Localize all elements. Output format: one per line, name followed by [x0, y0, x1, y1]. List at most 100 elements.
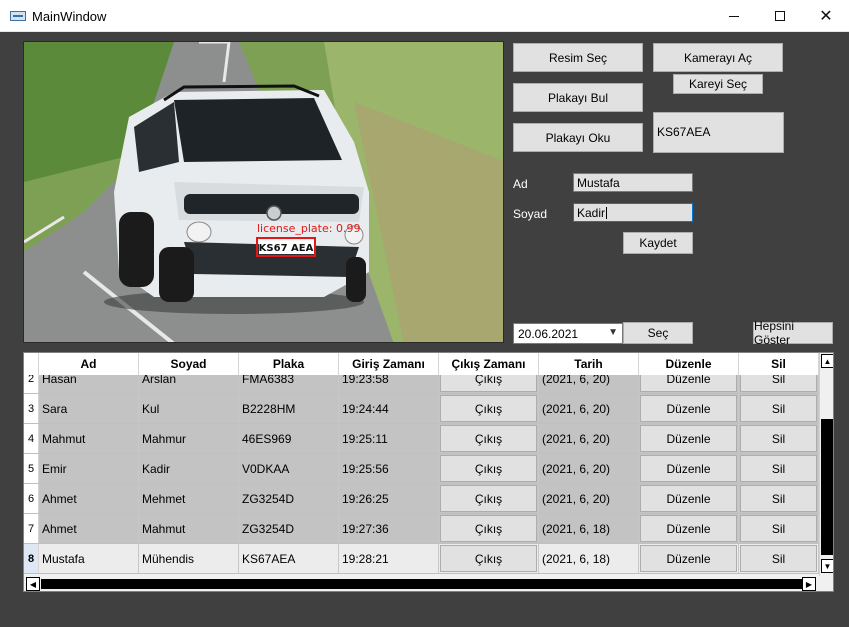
cell-soyad[interactable]: Mahmut: [139, 514, 239, 543]
scroll-left-icon[interactable]: ◀: [26, 577, 40, 591]
cell-plaka[interactable]: ZG3254D: [239, 514, 339, 543]
column-header[interactable]: Soyad: [139, 353, 239, 375]
table-row[interactable]: 8 Mustafa Mühendis KS67AEA 19:28:21 Çıkı…: [24, 544, 819, 574]
save-button[interactable]: Kaydet: [623, 232, 693, 254]
row-number[interactable]: 3: [24, 394, 39, 423]
row-number[interactable]: 4: [24, 424, 39, 453]
column-header[interactable]: Tarih: [539, 353, 639, 375]
cell-duzenle: Düzenle: [639, 484, 739, 513]
column-header[interactable]: Ad: [39, 353, 139, 375]
cell-tarih[interactable]: (2021, 6, 18): [539, 514, 639, 543]
column-header[interactable]: Plaka: [239, 353, 339, 375]
cell-plaka[interactable]: B2228HM: [239, 394, 339, 423]
cell-giris[interactable]: 19:26:25: [339, 484, 439, 513]
first-name-field[interactable]: Mustafa: [573, 173, 693, 192]
edit-button[interactable]: Düzenle: [640, 395, 737, 422]
cell-soyad[interactable]: Mühendis: [139, 544, 239, 573]
cell-giris[interactable]: 19:24:44: [339, 394, 439, 423]
horizontal-scrollbar[interactable]: ◀ ▶: [24, 576, 833, 591]
scroll-right-icon[interactable]: ▶: [802, 577, 816, 591]
scroll-down-icon[interactable]: ▼: [821, 559, 833, 573]
close-button[interactable]: ✕: [803, 0, 849, 32]
cell-tarih[interactable]: (2021, 6, 20): [539, 424, 639, 453]
minimize-button[interactable]: [711, 0, 757, 32]
edit-button[interactable]: Düzenle: [640, 455, 737, 482]
scroll-up-icon[interactable]: ▲: [821, 354, 833, 368]
cell-ad[interactable]: Mahmut: [39, 424, 139, 453]
column-header[interactable]: Çıkış Zamanı: [439, 353, 539, 375]
edit-button[interactable]: Düzenle: [640, 425, 737, 452]
select-date-button[interactable]: Seç: [623, 322, 693, 344]
cell-plaka[interactable]: V0DKAA: [239, 454, 339, 483]
table-row[interactable]: 5 Emir Kadir V0DKAA 19:25:56 Çıkış (2021…: [24, 454, 819, 484]
delete-button[interactable]: Sil: [740, 545, 817, 572]
horizontal-scroll-thumb[interactable]: [41, 579, 803, 589]
cell-ad[interactable]: Sara: [39, 394, 139, 423]
table-row[interactable]: 4 Mahmut Mahmur 46ES969 19:25:11 Çıkış (…: [24, 424, 819, 454]
cell-cikis: Çıkış: [439, 514, 539, 543]
column-header[interactable]: Düzenle: [639, 353, 739, 375]
vertical-scrollbar[interactable]: ▲ ▼: [819, 353, 833, 576]
cell-duzenle: Düzenle: [639, 394, 739, 423]
exit-button[interactable]: Çıkış: [440, 455, 537, 482]
maximize-icon: [775, 11, 785, 21]
exit-button[interactable]: Çıkış: [440, 425, 537, 452]
row-number[interactable]: 6: [24, 484, 39, 513]
cell-tarih[interactable]: (2021, 6, 20): [539, 484, 639, 513]
column-header[interactable]: Sil: [739, 353, 819, 375]
row-number[interactable]: 8: [24, 544, 39, 573]
cell-giris[interactable]: 19:25:56: [339, 454, 439, 483]
chevron-down-icon[interactable]: ▼: [608, 327, 618, 338]
cell-ad[interactable]: Emir: [39, 454, 139, 483]
cell-tarih[interactable]: (2021, 6, 20): [539, 454, 639, 483]
cell-soyad[interactable]: Kul: [139, 394, 239, 423]
edit-button[interactable]: Düzenle: [640, 485, 737, 512]
row-number[interactable]: 5: [24, 454, 39, 483]
cell-plaka[interactable]: 46ES969: [239, 424, 339, 453]
table-row[interactable]: 7 Ahmet Mahmut ZG3254D 19:27:36 Çıkış (2…: [24, 514, 819, 544]
exit-button[interactable]: Çıkış: [440, 395, 537, 422]
exit-button[interactable]: Çıkış: [440, 545, 537, 572]
select-image-button[interactable]: Resim Seç: [513, 43, 643, 72]
edit-button[interactable]: Düzenle: [640, 515, 737, 542]
read-plate-button[interactable]: Plakayı Oku: [513, 123, 643, 152]
open-camera-button[interactable]: Kamerayı Aç: [653, 43, 783, 72]
cell-plaka[interactable]: ZG3254D: [239, 484, 339, 513]
exit-button[interactable]: Çıkış: [440, 485, 537, 512]
maximize-button[interactable]: [757, 0, 803, 32]
find-plate-button[interactable]: Plakayı Bul: [513, 83, 643, 112]
scroll-corner: [819, 576, 833, 591]
cell-tarih[interactable]: (2021, 6, 18): [539, 544, 639, 573]
table-row[interactable]: 3 Sara Kul B2228HM 19:24:44 Çıkış (2021,…: [24, 394, 819, 424]
cell-giris[interactable]: 19:27:36: [339, 514, 439, 543]
select-frame-button[interactable]: Kareyi Seç: [673, 74, 763, 94]
cell-ad[interactable]: Mustafa: [39, 544, 139, 573]
cell-soyad[interactable]: Kadir: [139, 454, 239, 483]
delete-button[interactable]: Sil: [740, 485, 817, 512]
cell-ad[interactable]: Ahmet: [39, 484, 139, 513]
delete-button[interactable]: Sil: [740, 455, 817, 482]
edit-button[interactable]: Düzenle: [640, 545, 737, 572]
cell-soyad[interactable]: Mahmur: [139, 424, 239, 453]
row-number[interactable]: 7: [24, 514, 39, 543]
cell-tarih[interactable]: (2021, 6, 20): [539, 394, 639, 423]
cell-plaka[interactable]: KS67AEA: [239, 544, 339, 573]
cell-soyad[interactable]: Mehmet: [139, 484, 239, 513]
plate-detection-box: [256, 237, 316, 257]
delete-button[interactable]: Sil: [740, 425, 817, 452]
cell-giris[interactable]: 19:25:11: [339, 424, 439, 453]
vertical-scroll-thumb[interactable]: [821, 419, 833, 555]
cell-ad[interactable]: Ahmet: [39, 514, 139, 543]
exit-button[interactable]: Çıkış: [440, 515, 537, 542]
delete-button[interactable]: Sil: [740, 395, 817, 422]
title-bar[interactable]: MainWindow ✕: [0, 0, 849, 32]
window-title: MainWindow: [32, 9, 107, 24]
column-header[interactable]: Giriş Zamanı: [339, 353, 439, 375]
cell-giris[interactable]: 19:28:21: [339, 544, 439, 573]
date-picker[interactable]: 20.06.2021 ▼: [513, 323, 623, 344]
table-row[interactable]: 6 Ahmet Mehmet ZG3254D 19:26:25 Çıkış (2…: [24, 484, 819, 514]
show-all-button[interactable]: Hepsini Göster: [753, 319, 833, 347]
last-name-field[interactable]: Kadir: [573, 203, 693, 222]
delete-button[interactable]: Sil: [740, 515, 817, 542]
date-value: 20.06.2021: [518, 327, 579, 341]
